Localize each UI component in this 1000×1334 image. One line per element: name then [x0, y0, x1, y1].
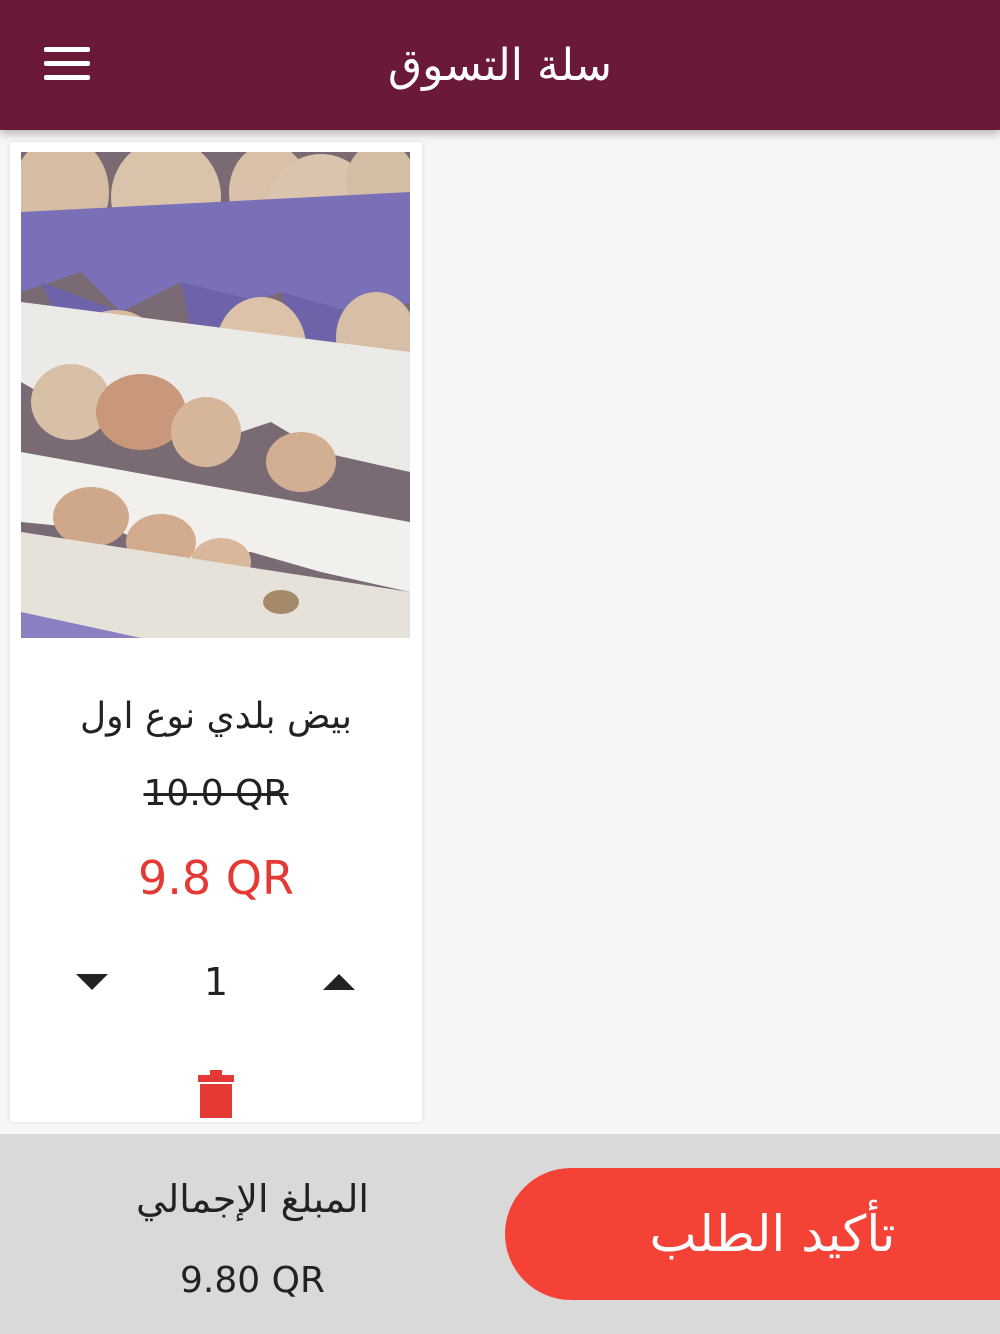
original-price: 10.0 QR — [143, 773, 289, 814]
confirm-order-button[interactable]: تأكيد الطلب — [505, 1168, 1000, 1300]
confirm-order-label: تأكيد الطلب — [649, 1205, 896, 1263]
triangle-up-icon[interactable] — [323, 972, 355, 992]
product-name: بيض بلدي نوع اول — [80, 696, 352, 737]
page-title: سلة التسوق — [387, 40, 613, 91]
product-image — [21, 152, 410, 638]
triangle-down-icon[interactable] — [76, 972, 108, 992]
total-amount: 9.80 QR — [180, 1260, 325, 1301]
app-bar: سلة التسوق — [0, 0, 1000, 130]
total-label: المبلغ الإجمالي — [136, 1177, 369, 1221]
quantity-stepper: 1 — [10, 952, 422, 1012]
trash-icon[interactable] — [196, 1070, 236, 1118]
discounted-price: 9.8 QR — [138, 851, 294, 905]
quantity-value: 1 — [203, 960, 229, 1004]
checkout-bar: المبلغ الإجمالي 9.80 QR تأكيد الطلب — [0, 1134, 1000, 1334]
cart-item-card: بيض بلدي نوع اول 10.0 QR 9.8 QR 1 — [10, 142, 422, 1122]
